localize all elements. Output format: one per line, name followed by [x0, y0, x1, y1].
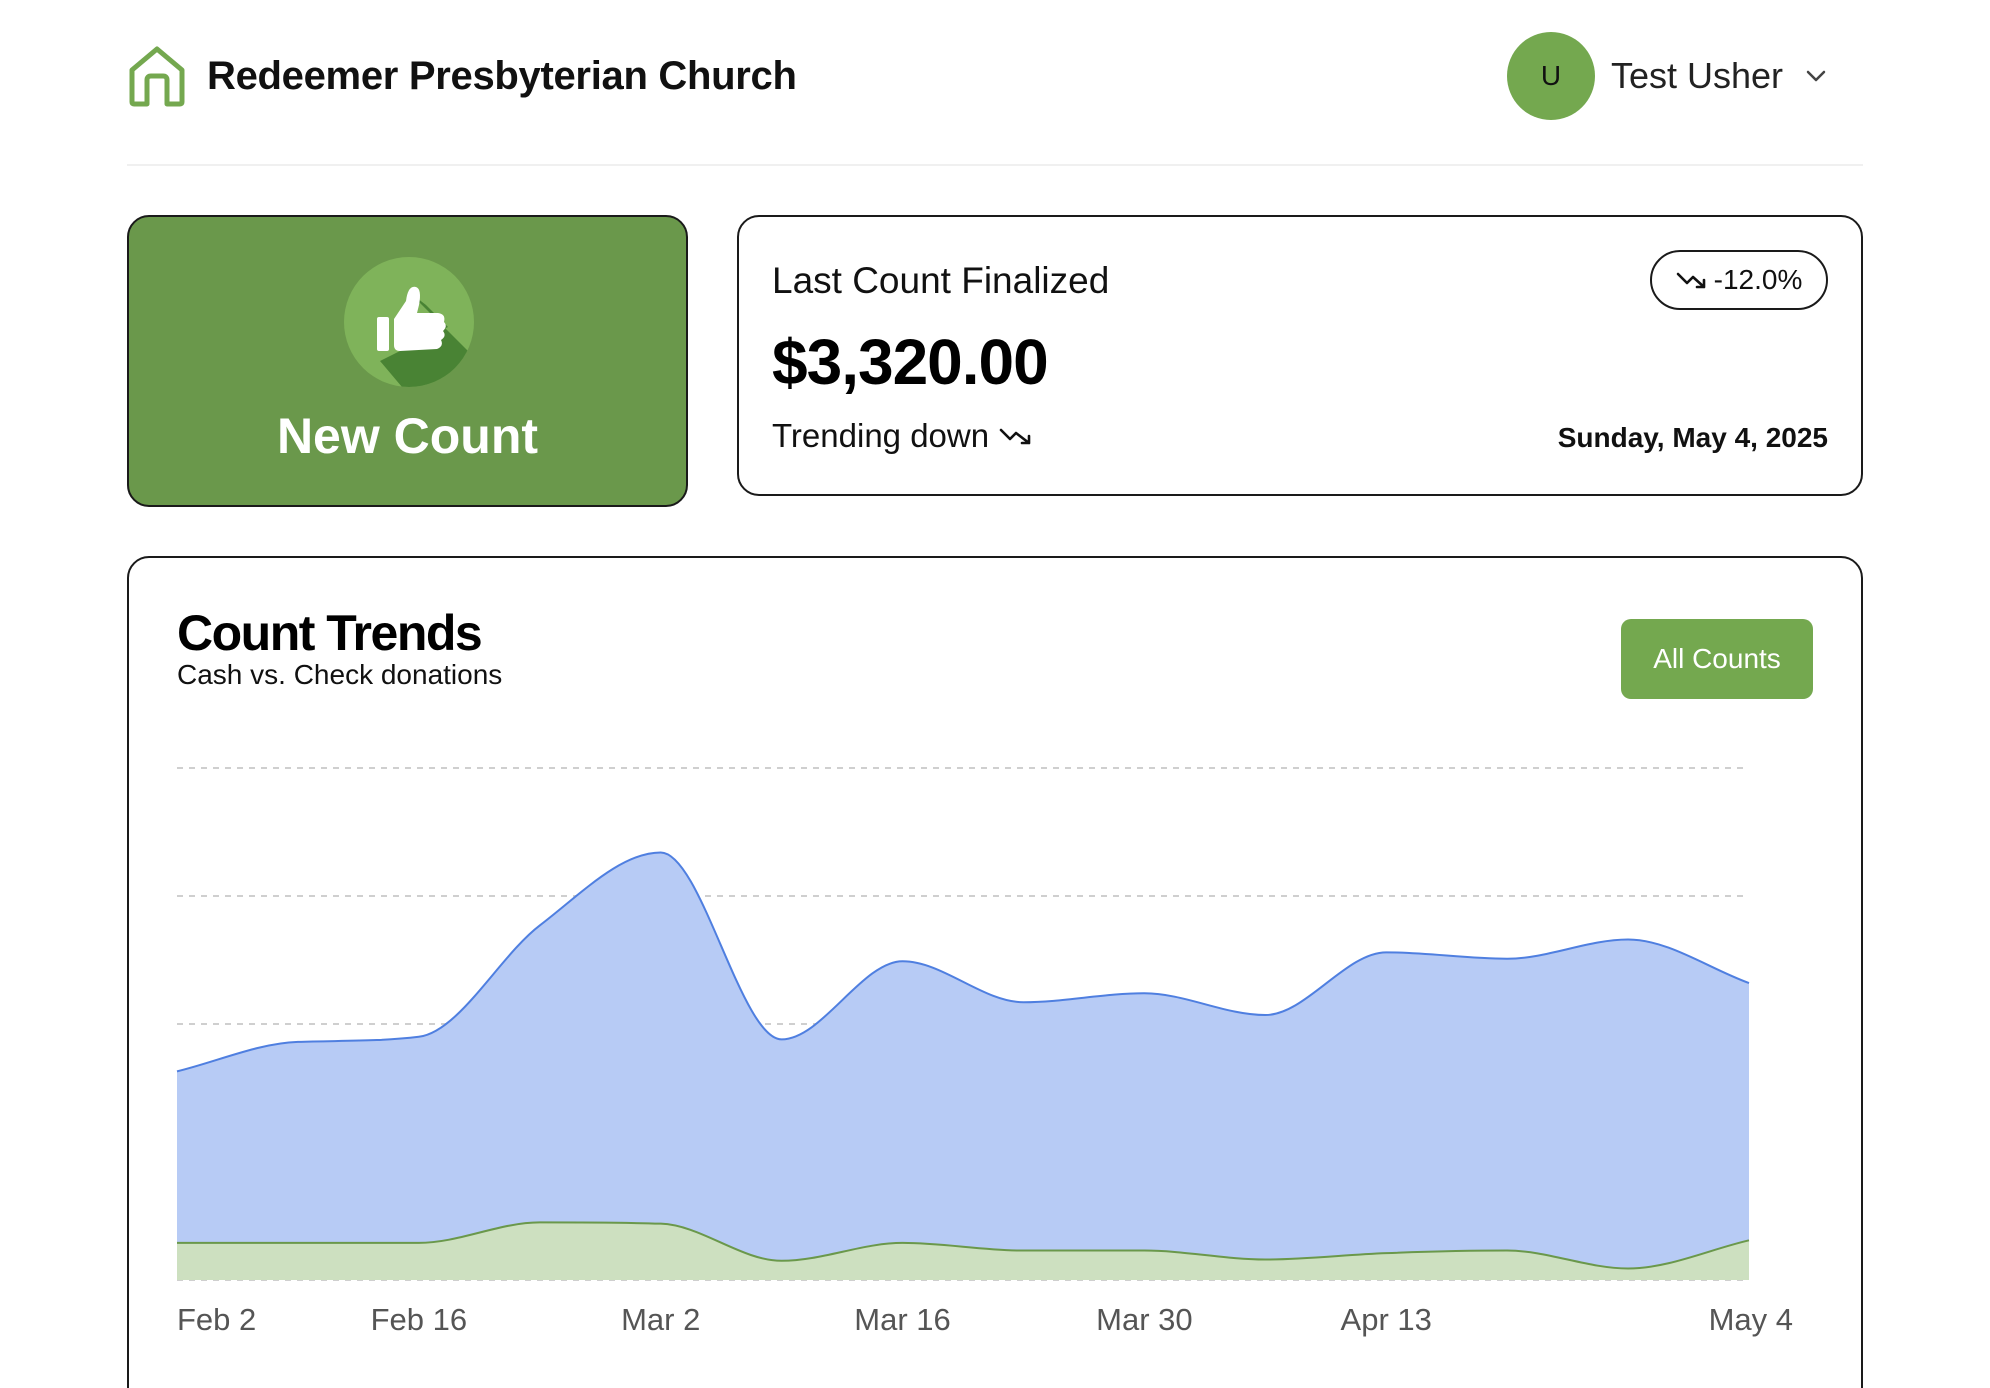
- x-tick-label: Mar 2: [621, 1302, 700, 1337]
- last-count-title: Last Count Finalized: [772, 260, 1110, 301]
- x-tick-label: Mar 30: [1096, 1302, 1192, 1337]
- trends-title: Count Trends: [177, 605, 483, 661]
- trend-indicator: Trending down: [772, 417, 1033, 455]
- user-menu[interactable]: U Test Usher: [1506, 32, 1829, 120]
- chevron-down-icon: [1806, 70, 1826, 82]
- trends-subtitle: Cash vs. Check donations: [177, 659, 503, 690]
- all-counts-button[interactable]: All Counts: [1621, 619, 1813, 699]
- thumbs-up-icon: [344, 257, 474, 387]
- user-name: Test Usher: [1610, 55, 1783, 96]
- change-badge: -12.0%: [1650, 250, 1828, 310]
- check-series-area: [177, 852, 1749, 1269]
- x-tick-label: May 4: [1709, 1302, 1793, 1337]
- x-tick-label: Feb 2: [177, 1302, 256, 1337]
- last-count-card: Last Count Finalized -12.0% $3,320.00 Tr…: [737, 215, 1863, 496]
- change-value: -12.0%: [1713, 264, 1803, 295]
- new-count-label: New Count: [276, 408, 539, 464]
- x-tick-label: Mar 16: [854, 1302, 950, 1337]
- trending-down-icon: [999, 428, 1031, 445]
- last-count-date: Sunday, May 4, 2025: [1557, 422, 1828, 453]
- church-name: Redeemer Presbyterian Church: [207, 53, 797, 98]
- brand[interactable]: Redeemer Presbyterian Church: [127, 44, 797, 108]
- new-count-button[interactable]: New Count: [127, 215, 688, 507]
- avatar: U: [1506, 32, 1595, 120]
- count-trends-card: Feb 2 Feb 16 Mar 2 Mar 16 Mar 30 Apr 13 May 4 …: [127, 556, 1863, 1388]
- dashboard-page: Redeemer Presbyterian Church U Test Ushe…: [0, 0, 1990, 1388]
- x-tick-label: Feb 16: [371, 1302, 468, 1337]
- trend-text: Trending down: [772, 417, 990, 454]
- top-header: Redeemer Presbyterian Church U Test Ushe…: [127, 0, 1863, 166]
- trending-down-icon: [1676, 272, 1705, 289]
- home-icon: [129, 46, 185, 107]
- last-count-amount: $3,320.00: [772, 326, 1049, 398]
- x-tick-label: Apr 13: [1341, 1302, 1432, 1337]
